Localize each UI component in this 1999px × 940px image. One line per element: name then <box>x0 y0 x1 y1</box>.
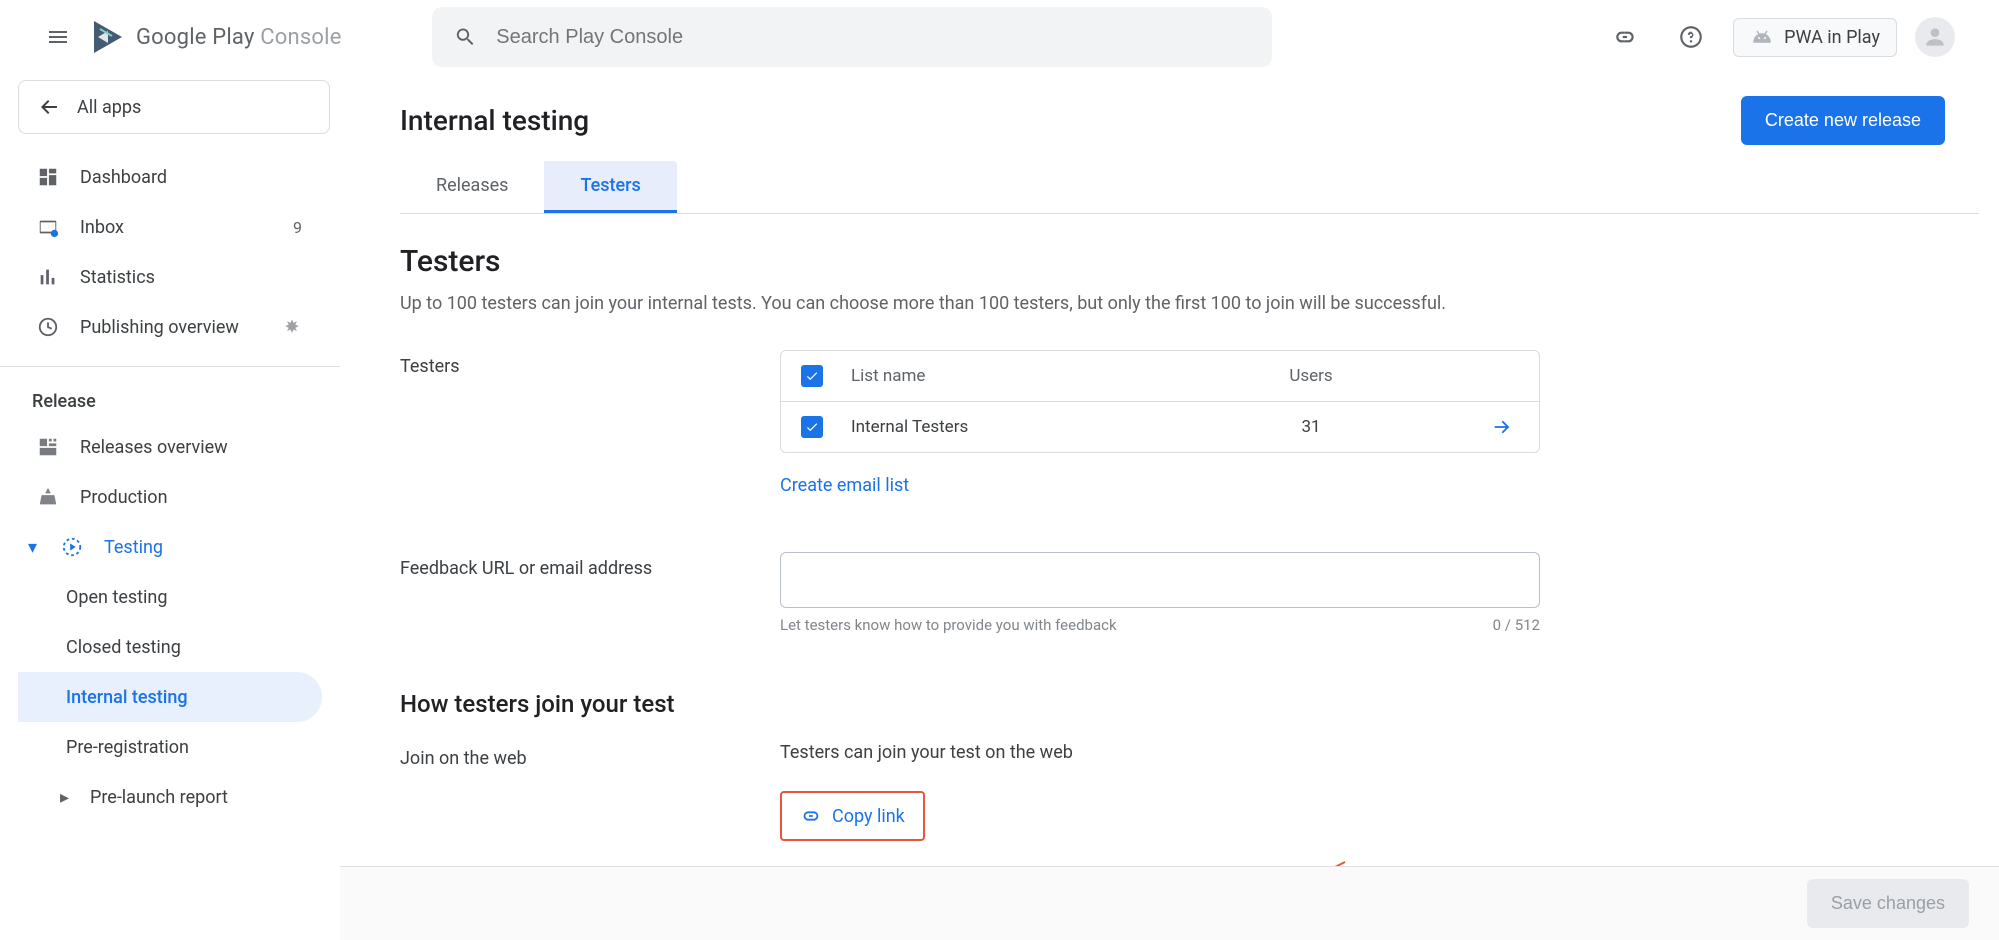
search-input[interactable] <box>496 26 1249 49</box>
testers-table: List name Users Internal Testers 31 <box>780 350 1540 453</box>
copy-link-label: Copy link <box>832 806 905 827</box>
help-button[interactable] <box>1667 13 1715 61</box>
sidebar-item-pre-registration[interactable]: Pre-registration <box>18 722 322 772</box>
arrow-right-icon <box>1491 416 1513 438</box>
app-chip[interactable]: PWA in Play <box>1733 18 1897 57</box>
link-icon <box>1612 24 1638 50</box>
row-users: 31 <box>1201 417 1421 437</box>
all-apps-button[interactable]: All apps <box>18 80 330 134</box>
page-title: Internal testing <box>400 104 589 137</box>
sidebar-item-label: Production <box>80 487 168 508</box>
sidebar: All apps Dashboard Inbox 9 Statistics Pu… <box>0 74 340 940</box>
row-list-name: Internal Testers <box>851 417 1201 437</box>
table-row[interactable]: Internal Testers 31 <box>781 402 1539 452</box>
link-icon <box>800 805 822 827</box>
sidebar-item-releases-overview[interactable]: Releases overview <box>18 422 322 472</box>
caret-down-icon: ▾ <box>28 537 46 558</box>
sidebar-item-publishing-overview[interactable]: Publishing overview <box>18 302 322 352</box>
help-icon <box>1678 24 1704 50</box>
sidebar-item-label: Internal testing <box>66 687 188 708</box>
sidebar-item-pre-launch-report[interactable]: ▸ Pre-launch report <box>18 772 322 822</box>
footer-bar: Save changes <box>340 866 1999 940</box>
sidebar-item-label: Pre-launch report <box>90 787 228 808</box>
join-heading: How testers join your test <box>400 690 1979 718</box>
save-changes-button[interactable]: Save changes <box>1807 879 1969 928</box>
join-desc: Testers can join your test on the web <box>780 742 1073 763</box>
production-icon <box>37 486 59 508</box>
inbox-icon <box>37 216 59 238</box>
releases-overview-icon <box>37 436 59 458</box>
sidebar-item-production[interactable]: Production <box>18 472 322 522</box>
arrow-left-icon <box>37 95 61 119</box>
sidebar-item-label: Pre-registration <box>66 737 189 758</box>
testers-desc: Up to 100 testers can join your internal… <box>400 293 1979 314</box>
inbox-badge: 9 <box>293 218 310 237</box>
sidebar-item-label: Testing <box>104 537 163 558</box>
search-box[interactable] <box>432 7 1272 67</box>
sidebar-item-internal-testing[interactable]: Internal testing <box>18 672 322 722</box>
sidebar-item-open-testing[interactable]: Open testing <box>18 572 322 622</box>
account-avatar[interactable] <box>1915 17 1955 57</box>
feedback-counter: 0 / 512 <box>1493 616 1540 634</box>
link-button[interactable] <box>1601 13 1649 61</box>
feedback-input[interactable] <box>780 552 1540 608</box>
sidebar-item-label: Releases overview <box>80 437 228 458</box>
col-users: Users <box>1201 366 1421 386</box>
publishing-icon <box>37 316 59 338</box>
join-label: Join on the web <box>400 742 780 841</box>
sidebar-item-label: Publishing overview <box>80 317 239 338</box>
table-header: List name Users <box>781 351 1539 402</box>
sidebar-item-testing[interactable]: ▾ Testing <box>18 522 322 572</box>
brand-logo[interactable]: Google Play Console <box>88 17 342 57</box>
tab-releases[interactable]: Releases <box>400 161 544 213</box>
row-open[interactable] <box>1421 416 1519 438</box>
select-all-checkbox[interactable] <box>801 365 823 387</box>
person-icon <box>1922 24 1948 50</box>
caret-right-icon: ▸ <box>60 787 78 808</box>
sidebar-item-label: Open testing <box>66 587 167 608</box>
copy-link-button[interactable]: Copy link <box>780 791 925 841</box>
col-list-name: List name <box>851 366 1201 386</box>
search-icon <box>454 25 477 49</box>
feedback-helper: Let testers know how to provide you with… <box>780 616 1117 634</box>
sidebar-item-dashboard[interactable]: Dashboard <box>18 152 322 202</box>
app-chip-label: PWA in Play <box>1784 27 1880 48</box>
tab-testers[interactable]: Testers <box>544 161 676 213</box>
hamburger-menu[interactable] <box>34 13 82 61</box>
dashboard-icon <box>37 166 59 188</box>
testing-icon <box>61 536 83 558</box>
play-console-icon <box>88 17 128 57</box>
sidebar-item-label: Closed testing <box>66 637 181 658</box>
tabs: Releases Testers <box>400 161 1979 214</box>
publish-trail-icon <box>282 317 310 337</box>
testers-heading: Testers <box>400 244 1979 279</box>
sidebar-item-closed-testing[interactable]: Closed testing <box>18 622 322 672</box>
sidebar-item-label: Statistics <box>80 267 155 288</box>
brand-text: Google Play Console <box>136 25 342 50</box>
android-icon <box>1750 28 1774 46</box>
main-content: Internal testing Create new release Rele… <box>340 74 1999 940</box>
sidebar-item-label: Dashboard <box>80 167 167 188</box>
sidebar-item-inbox[interactable]: Inbox 9 <box>18 202 322 252</box>
all-apps-label: All apps <box>77 97 141 118</box>
sidebar-item-label: Inbox <box>80 217 124 238</box>
menu-icon <box>46 25 70 49</box>
row-checkbox[interactable] <box>801 416 823 438</box>
testers-label: Testers <box>400 350 780 496</box>
create-email-list-link[interactable]: Create email list <box>780 475 909 496</box>
feedback-label: Feedback URL or email address <box>400 552 780 634</box>
create-new-release-button[interactable]: Create new release <box>1741 96 1945 145</box>
statistics-icon <box>37 266 59 288</box>
sidebar-section-release: Release <box>18 367 330 422</box>
sidebar-item-statistics[interactable]: Statistics <box>18 252 322 302</box>
